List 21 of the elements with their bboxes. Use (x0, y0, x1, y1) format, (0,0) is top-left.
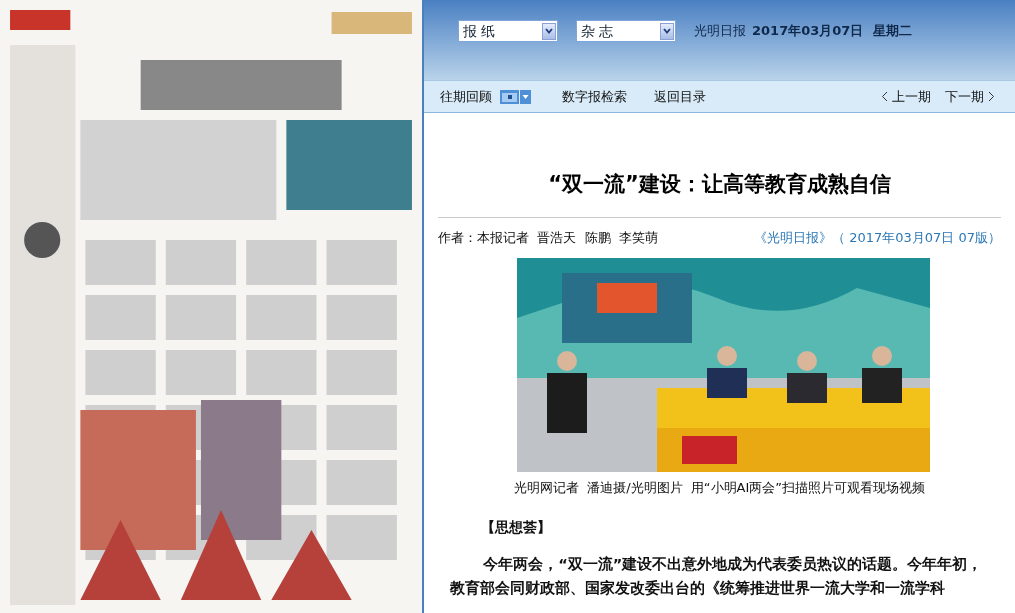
back-to-contents-link[interactable]: 返回目录 (654, 86, 706, 107)
calendar-icon[interactable] (500, 89, 532, 104)
archive-label: 往期回顾 (440, 87, 492, 106)
next-issue-link[interactable]: 下一期 (945, 86, 995, 107)
dropdown[interactable]: 报 纸 (458, 20, 558, 42)
weekday: 星期二 (873, 22, 913, 41)
article-title: “双一流”建设：让高等教育成熟自信 (547, 171, 892, 198)
article-paragraph: 今年两会，“双一流”建设不出意外地成为代表委员热议的话题。今年年初，教育部会同财政部、国家发改委出台的《统筹推进世界一流大学和一流学科 (450, 555, 984, 599)
chevron-left-icon (881, 91, 888, 102)
chevron-right-icon (988, 91, 995, 102)
source-link[interactable]: 《光明日报》（ 2017年03月07日 07版） (754, 228, 1001, 248)
paper-name: 光明日报 (694, 22, 746, 41)
photo-caption: 光明网记者 潘迪摄/光明图片 用“小明AI两会”扫描照片可观看现场视频 (512, 478, 927, 497)
chevron-down-icon (542, 22, 556, 40)
chevron-down-icon (660, 22, 674, 40)
digital-search-link[interactable]: 数字报检索 (562, 86, 627, 107)
author-line: 作者：本报记者 晋浩天 陈鹏 李笑萌 (438, 229, 658, 248)
dropdown[interactable]: 杂 志 (576, 20, 676, 42)
section-label: 【思想荟】 (481, 518, 552, 538)
issue-date: 2017年03月07日 (752, 22, 864, 41)
previous-issue-link[interactable]: 上一期 (881, 86, 931, 107)
